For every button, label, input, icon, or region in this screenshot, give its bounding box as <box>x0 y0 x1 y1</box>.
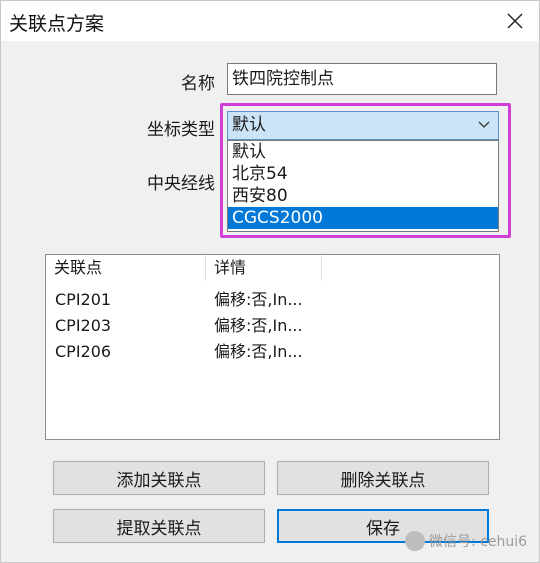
column-header-point[interactable]: 关联点 <box>46 255 206 281</box>
column-header-detail[interactable]: 详情 <box>206 255 322 281</box>
table-row[interactable]: CPI201 偏移:否,In... <box>46 286 499 313</box>
dialog-window: 关联点方案 名称 铁四院控制点 坐标类型 默认 中央经线 默认 北京54 西安8… <box>0 0 540 563</box>
row-point: CPI203 <box>55 316 112 335</box>
close-icon <box>507 13 523 29</box>
row-point: CPI201 <box>55 290 112 309</box>
window-title: 关联点方案 <box>9 13 105 35</box>
name-input[interactable]: 铁四院控制点 <box>227 63 497 95</box>
row-detail: 偏移:否,In... <box>214 342 303 361</box>
coord-type-label: 坐标类型 <box>147 120 215 140</box>
watermark-text: 微信号: cehui6 <box>429 534 528 550</box>
delete-related-point-button[interactable]: 删除关联点 <box>277 461 489 495</box>
row-detail: 偏移:否,In... <box>214 290 303 309</box>
close-button[interactable] <box>501 7 529 35</box>
row-detail: 偏移:否,In... <box>214 316 303 335</box>
table-row[interactable]: CPI203 偏移:否,In... <box>46 312 499 339</box>
annotation-highlight-box <box>220 103 511 238</box>
central-meridian-label: 中央经线 <box>147 174 215 194</box>
wechat-icon <box>405 531 425 551</box>
name-label: 名称 <box>181 74 215 94</box>
table-row[interactable]: CPI206 偏移:否,In... <box>46 338 499 365</box>
title-bar: 关联点方案 <box>1 1 539 41</box>
related-points-list[interactable]: 关联点 详情 CPI201 偏移:否,In... CPI203 偏移:否,In.… <box>45 254 500 440</box>
row-point: CPI206 <box>55 342 112 361</box>
extract-related-point-button[interactable]: 提取关联点 <box>53 509 265 543</box>
watermark: 微信号: cehui6 <box>405 531 527 551</box>
add-related-point-button[interactable]: 添加关联点 <box>53 461 265 495</box>
list-header: 关联点 详情 <box>46 255 499 281</box>
